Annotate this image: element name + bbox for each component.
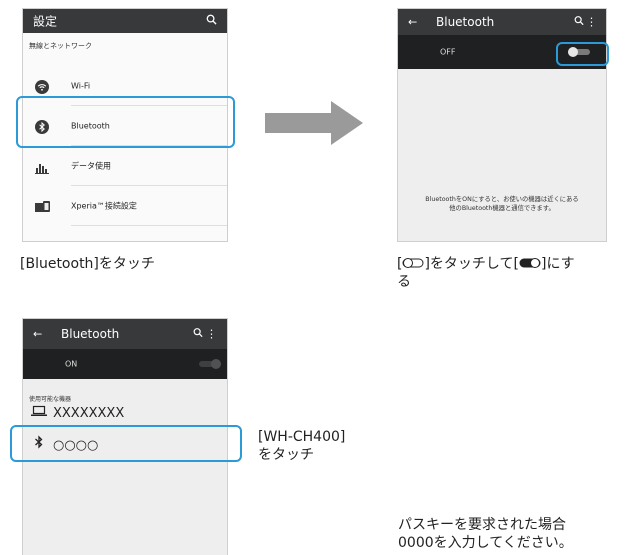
next-step-arrow-icon — [265, 101, 363, 149]
bluetooth-app-bar: ← Bluetooth ⋮ — [23, 319, 227, 349]
passkey-note: パスキーを要求された場合 0000を入力してください。 — [398, 516, 573, 552]
info-line: 他のBluetooth機器と通信できます。 — [449, 205, 555, 212]
bluetooth-item-highlight — [16, 96, 235, 148]
caption-line: [WH-CH400] — [258, 429, 346, 445]
step2-caption: []をタッチして[]にす る — [397, 255, 637, 291]
settings-item-label: データ使用 — [71, 161, 111, 171]
wifi-icon — [35, 79, 49, 94]
caption-line: パスキーを要求された場合 — [398, 517, 566, 533]
more-options-icon[interactable]: ⋮ — [586, 16, 597, 29]
toggle-highlight — [556, 42, 609, 66]
bluetooth-app-bar: ← Bluetooth ⋮ — [398, 9, 606, 35]
more-options-icon[interactable]: ⋮ — [206, 328, 217, 341]
available-devices-header: 使用可能な機器 — [29, 396, 72, 403]
settings-item-label: Xperia™接続設定 — [71, 201, 137, 211]
xperia-connect-icon — [35, 199, 50, 213]
info-line: BluetoothをONにすると、お使いの機器は近くにある — [425, 196, 579, 203]
toggle-on-icon — [519, 256, 541, 272]
device-item[interactable]: XXXXXXXX — [31, 405, 124, 421]
caption-line: 0000を入力してください。 — [398, 535, 573, 551]
toggle-state-label: OFF — [440, 47, 456, 57]
search-icon[interactable] — [193, 328, 203, 341]
caption-text: る — [397, 274, 411, 290]
toggle-state-label: ON — [65, 359, 78, 369]
toggle-off-icon — [402, 256, 424, 272]
search-icon[interactable] — [206, 14, 217, 28]
device-highlight — [10, 425, 242, 462]
step3-caption: [WH-CH400] をタッチ — [258, 428, 345, 464]
settings-app-bar: 設定 — [23, 9, 227, 33]
search-icon[interactable] — [574, 16, 584, 29]
bluetooth-toggle-bar[interactable]: ON — [23, 349, 227, 379]
bluetooth-title: Bluetooth — [61, 327, 120, 341]
settings-item-data-usage[interactable]: データ使用 — [23, 146, 227, 186]
settings-item-label: Wi-Fi — [71, 81, 91, 91]
device-name: XXXXXXXX — [53, 406, 125, 421]
data-usage-icon — [35, 159, 49, 174]
settings-item-xperia-connect[interactable]: Xperia™接続設定 — [23, 186, 227, 226]
section-header-wireless: 無線とネットワーク — [29, 42, 92, 50]
bluetooth-info-text: BluetoothをONにすると、お使いの機器は近くにある 他のBluetoot… — [402, 195, 602, 213]
bluetooth-title: Bluetooth — [436, 15, 495, 29]
divider — [71, 225, 227, 226]
caption-text: ]にす — [540, 256, 575, 272]
caption-line: をタッチ — [258, 447, 314, 463]
caption-text: ]をタッチして[ — [424, 256, 519, 272]
laptop-icon — [31, 405, 47, 421]
back-arrow-icon[interactable]: ← — [408, 16, 417, 29]
bluetooth-toggle-switch-on[interactable] — [199, 359, 221, 369]
back-arrow-icon[interactable]: ← — [33, 328, 42, 341]
step1-caption: [Bluetooth]をタッチ — [20, 256, 155, 272]
settings-title: 設定 — [33, 14, 58, 29]
